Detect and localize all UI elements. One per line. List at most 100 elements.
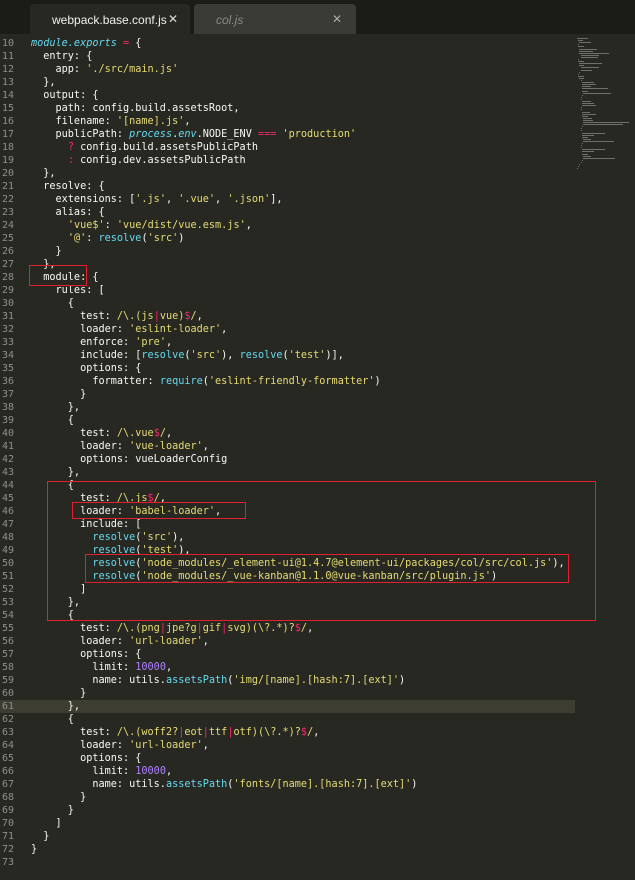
line-number: 58 (1, 662, 14, 673)
code-line[interactable]: test: /\.vue$/, (31, 427, 172, 440)
line-number: 10 (1, 38, 14, 49)
code-line[interactable]: { (31, 414, 74, 427)
minimap-line (577, 38, 588, 39)
line-number: 56 (1, 636, 14, 647)
code-line[interactable]: 'vue$': 'vue/dist/vue.esm.js', (31, 219, 252, 232)
line-number: 67 (1, 779, 14, 790)
minimap-line (580, 67, 599, 69)
code-line[interactable]: }, (31, 76, 55, 89)
code-line[interactable]: options: { (31, 648, 141, 661)
code-line[interactable]: options: vueLoaderConfig (31, 453, 227, 466)
annotation-box-babel-loader (72, 502, 246, 519)
code-line[interactable]: } (31, 791, 86, 804)
minimap-line (583, 157, 615, 159)
code-line[interactable]: } (31, 388, 86, 401)
code-line[interactable]: ? config.build.assetsPublicPath (31, 141, 258, 154)
code-line[interactable]: app: './src/main.js' (31, 63, 179, 76)
code-line[interactable]: : config.dev.assetsPublicPath (31, 154, 246, 167)
code-line[interactable]: options: { (31, 752, 141, 765)
line-number: 32 (1, 324, 14, 335)
code-line[interactable]: ] (31, 817, 62, 830)
line-number: 68 (1, 792, 14, 803)
code-line[interactable]: loader: 'vue-loader', (31, 440, 209, 453)
line-number: 73 (1, 857, 14, 868)
tab-label: col.js (216, 13, 244, 27)
code-line[interactable]: filename: '[name].js', (31, 115, 191, 128)
line-number: 37 (1, 389, 14, 400)
code-line[interactable]: test: /\.(png|jpe?g|gif|svg)(\?.*)?$/, (31, 622, 313, 635)
code-line[interactable]: '@': resolve('src') (31, 232, 185, 245)
code-line[interactable]: name: utils.assetsPath('fonts/[name].[ha… (31, 778, 417, 791)
line-number: 46 (1, 506, 14, 517)
code-line[interactable]: { (31, 297, 74, 310)
tab-bar: webpack.base.conf.js ✕ col.js ✕ (0, 0, 635, 34)
line-number: 29 (1, 285, 14, 296)
code-line[interactable]: alias: { (31, 206, 105, 219)
line-number: 44 (1, 480, 14, 491)
minimap-line (580, 96, 582, 98)
tab-col-js[interactable]: col.js ✕ (194, 4, 356, 34)
minimap-line (581, 149, 606, 151)
code-line[interactable]: } (31, 804, 74, 817)
tab-label: webpack.base.conf.js (52, 13, 167, 27)
code-line[interactable]: loader: 'url-loader', (31, 635, 209, 648)
code-line[interactable]: { (31, 713, 74, 726)
code-line[interactable]: output: { (31, 89, 98, 102)
code-line[interactable]: enforce: 'pre', (31, 336, 172, 349)
code-line[interactable]: formatter: require('eslint-friendly-form… (31, 375, 380, 388)
close-icon[interactable]: ✕ (168, 12, 178, 26)
line-number: 30 (1, 298, 14, 309)
minimap-line (578, 44, 580, 46)
minimap-line (579, 42, 592, 44)
minimap[interactable] (577, 34, 635, 184)
line-number: 71 (1, 831, 14, 842)
line-number: 59 (1, 675, 14, 686)
line-number: 13 (1, 77, 14, 88)
code-line[interactable]: test: /\.(js|vue)$/, (31, 310, 203, 323)
line-number: 18 (1, 142, 14, 153)
code-line[interactable]: limit: 10000, (31, 765, 172, 778)
close-icon[interactable]: ✕ (332, 12, 342, 26)
line-number: 15 (1, 103, 14, 114)
line-number: 62 (1, 714, 14, 725)
code-line[interactable]: extensions: ['.js', '.vue', '.json'], (31, 193, 283, 206)
minimap-line (580, 147, 582, 149)
code-line[interactable]: path: config.build.assetsRoot, (31, 102, 240, 115)
code-line[interactable]: }, (31, 700, 80, 713)
code-line[interactable]: }, (31, 466, 80, 479)
line-number: 61 (1, 701, 14, 712)
line-number: 26 (1, 246, 14, 257)
code-line[interactable]: include: [resolve('src'), resolve('test'… (31, 349, 344, 362)
minimap-line (583, 122, 630, 123)
minimap-line (580, 107, 582, 109)
code-line[interactable]: loader: 'eslint-loader', (31, 323, 227, 336)
minimap-line (579, 50, 593, 52)
line-number: 17 (1, 129, 14, 140)
code-line[interactable]: options: { (31, 362, 141, 375)
code-line[interactable]: } (31, 245, 62, 258)
code-line[interactable]: name: utils.assetsPath('img/[name].[hash… (31, 674, 405, 687)
code-line[interactable]: }, (31, 167, 55, 180)
code-editor[interactable]: 10 module.exports = {11 entry: {12 app: '… (0, 34, 575, 880)
code-line[interactable]: }, (31, 401, 80, 414)
code-line[interactable]: limit: 10000, (31, 661, 172, 674)
minimap-line (581, 101, 591, 102)
code-line[interactable]: } (31, 687, 86, 700)
line-number: 27 (1, 259, 14, 270)
code-line[interactable]: module.exports = { (31, 37, 141, 50)
code-line[interactable]: resolve: { (31, 180, 104, 193)
code-line[interactable]: } (31, 830, 49, 843)
minimap-line (580, 145, 582, 147)
code-line[interactable]: entry: { (31, 50, 92, 63)
minimap-line (580, 128, 582, 130)
minimap-line (581, 136, 588, 138)
code-line[interactable]: loader: 'url-loader', (31, 739, 209, 752)
code-line[interactable]: } (31, 843, 37, 856)
minimap-line (579, 52, 609, 54)
minimap-line (581, 82, 594, 84)
code-line[interactable]: test: /\.(woff2?|eot|ttf|otf)(\?.*)?$/, (31, 726, 319, 739)
minimap-line (581, 88, 608, 90)
tab-webpack-base-conf[interactable]: webpack.base.conf.js ✕ (30, 4, 190, 34)
minimap-line (581, 132, 605, 134)
code-line[interactable]: publicPath: process.env.NODE_ENV === 'pr… (31, 128, 357, 141)
